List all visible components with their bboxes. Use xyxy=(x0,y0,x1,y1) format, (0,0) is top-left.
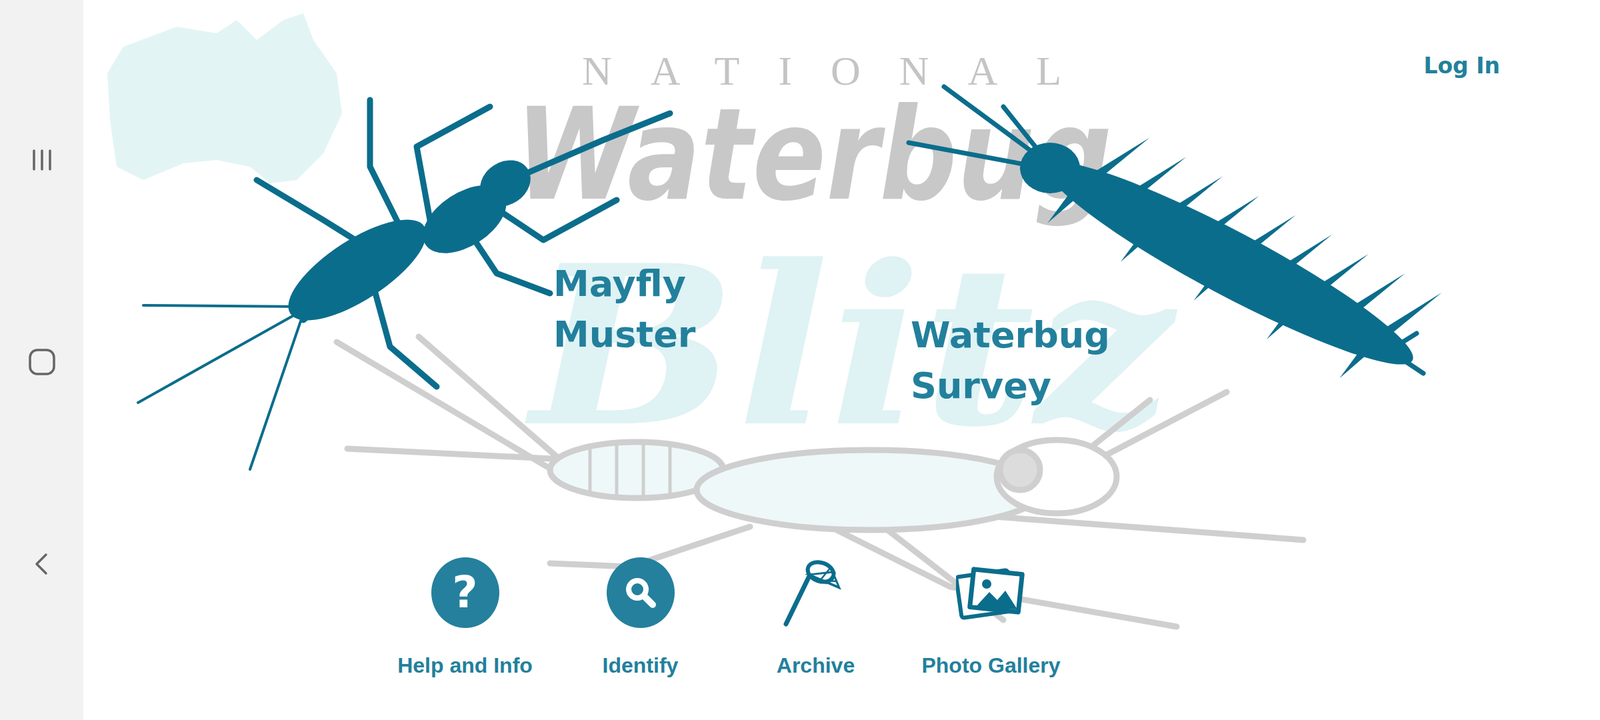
waterbug-blitz-artwork: Blitz NATIONALWaterbug xyxy=(83,0,1600,720)
system-nav-bar xyxy=(0,0,84,720)
program-links: Mayfly Muster Waterbug Survey xyxy=(83,133,1600,411)
recents-icon xyxy=(28,146,56,174)
title-waterbug: Waterbug xyxy=(515,81,1112,229)
recents-button[interactable] xyxy=(22,140,62,180)
menu-label: Help and Info xyxy=(397,652,533,679)
program-link[interactable]: Waterbug Survey xyxy=(910,310,1110,411)
back-icon xyxy=(28,550,56,578)
login-link[interactable]: Log In xyxy=(1423,52,1500,81)
top-bar: Log In xyxy=(83,0,1600,134)
program-link[interactable]: Mayfly Muster xyxy=(553,258,696,360)
title-blitz: Blitz xyxy=(523,216,1180,476)
menu-item[interactable]: Identify xyxy=(552,557,728,679)
menu-label: Identify xyxy=(602,652,679,679)
australia-map xyxy=(107,13,342,184)
question-icon: ? xyxy=(431,557,500,628)
menu-icon-box: ? xyxy=(430,557,501,628)
menu-item[interactable]: ? Help and Info xyxy=(377,557,553,679)
search-icon xyxy=(606,557,675,628)
menu-label: Archive xyxy=(776,652,855,679)
menu-icon-box xyxy=(780,557,852,628)
back-button[interactable] xyxy=(22,544,62,584)
net-icon xyxy=(780,557,852,628)
menu-item[interactable]: Archive xyxy=(728,557,904,679)
menu-label: Photo Gallery xyxy=(921,652,1060,679)
gallery-icon xyxy=(956,557,1027,628)
home-button[interactable] xyxy=(22,342,62,382)
app-screen: Blitz NATIONALWaterbug Log In Mayfly Muster… xyxy=(0,0,1600,720)
menu-item[interactable]: Photo Gallery xyxy=(903,557,1079,679)
bottom-menu: ? Help and Info Identify Archive Photo Galle… xyxy=(83,557,1600,720)
menu-icon-box xyxy=(605,557,676,628)
menu-icon-box xyxy=(956,557,1027,628)
home-page: Blitz NATIONALWaterbug Log In Mayfly Muster… xyxy=(83,0,1600,720)
home-icon xyxy=(27,347,57,377)
title-national: NATIONAL xyxy=(582,48,1062,94)
